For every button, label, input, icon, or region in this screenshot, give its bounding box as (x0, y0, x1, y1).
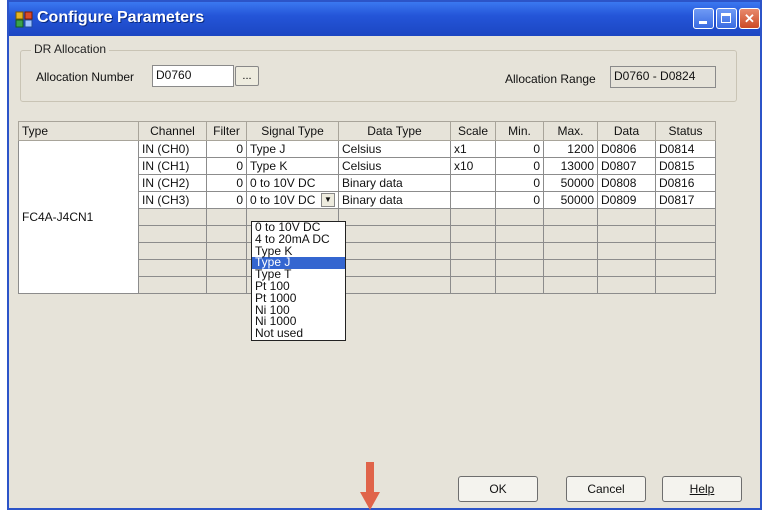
signal-type-cell[interactable]: Type K (246, 157, 339, 175)
down-arrow-icon (360, 462, 380, 510)
filter-cell[interactable]: 0 (206, 191, 247, 209)
dr-allocation-label: DR Allocation (31, 42, 110, 56)
scale-cell[interactable]: x1 (450, 140, 496, 158)
header-scale[interactable]: Scale (450, 121, 496, 141)
title-bar[interactable]: Configure Parameters ✕ (9, 2, 760, 36)
data-type-cell[interactable]: Celsius (338, 140, 451, 158)
header-type[interactable]: Type (18, 121, 139, 141)
max-cell[interactable]: 1200 (543, 140, 598, 158)
cancel-button[interactable]: Cancel (566, 476, 646, 502)
scale-cell[interactable] (450, 174, 496, 192)
minimize-button[interactable] (693, 8, 714, 29)
allocation-number-label: Allocation Number (36, 70, 135, 84)
maximize-button[interactable] (716, 8, 737, 29)
table-header-row: Type Channel Filter Signal Type Data Typ… (18, 121, 716, 141)
scale-cell[interactable] (450, 191, 496, 209)
data-type-cell[interactable]: Celsius (338, 157, 451, 175)
filter-cell[interactable]: 0 (206, 157, 247, 175)
close-button[interactable]: ✕ (739, 8, 760, 29)
status-cell: D0815 (655, 157, 716, 175)
filter-cell[interactable]: 0 (206, 174, 247, 192)
channel-cell: IN (CH2) (138, 174, 207, 192)
data-cell: D0807 (597, 157, 656, 175)
signal-type-cell[interactable]: 0 to 10V DC (246, 174, 339, 192)
allocation-number-input[interactable]: D0760 (152, 65, 234, 87)
max-cell[interactable]: 13000 (543, 157, 598, 175)
window-title: Configure Parameters (37, 9, 205, 26)
help-label: Help (689, 482, 715, 496)
header-channel[interactable]: Channel (138, 121, 207, 141)
module-type-cell[interactable]: FC4A-J4CN1 (18, 140, 139, 294)
header-status[interactable]: Status (655, 121, 716, 141)
min-cell[interactable]: 0 (495, 191, 544, 209)
dropdown-arrow-icon[interactable]: ▼ (321, 193, 335, 207)
table-row: FC4A-J4CN1 IN (CH0) 0 Type J Celsius x1 … (18, 140, 716, 294)
status-cell: D0816 (655, 174, 716, 192)
close-icon: ✕ (744, 10, 755, 26)
help-button[interactable]: Help (662, 476, 742, 502)
header-min[interactable]: Min. (495, 121, 544, 141)
min-cell[interactable]: 0 (495, 140, 544, 158)
filter-cell[interactable]: 0 (206, 140, 247, 158)
minimize-icon (694, 9, 713, 28)
allocation-range-field: D0760 - D0824 (610, 66, 716, 88)
signal-type-value: 0 to 10V DC (250, 193, 316, 207)
max-cell[interactable]: 50000 (543, 191, 598, 209)
data-cell: D0806 (597, 140, 656, 158)
min-cell[interactable]: 0 (495, 157, 544, 175)
channel-cell: IN (CH1) (138, 157, 207, 175)
header-data[interactable]: Data (597, 121, 656, 141)
min-cell[interactable]: 0 (495, 174, 544, 192)
signal-type-dropdown-list[interactable]: 0 to 10V DC 4 to 20mA DC Type K Type J T… (251, 221, 346, 341)
data-type-cell[interactable]: Binary data (338, 191, 451, 209)
signal-type-cell[interactable]: Type J (246, 140, 339, 158)
parameter-table: Type Channel Filter Signal Type Data Typ… (18, 121, 716, 294)
channel-cell: IN (CH3) (138, 191, 207, 209)
data-type-cell[interactable]: Binary data (338, 174, 451, 192)
allocation-browse-button[interactable]: ... (235, 66, 259, 86)
signal-type-select[interactable]: 0 to 10V DC ▼ (246, 191, 339, 209)
allocation-range-label: Allocation Range (505, 72, 596, 86)
data-cell: D0809 (597, 191, 656, 209)
maximize-icon (717, 9, 736, 28)
app-icon (15, 11, 33, 28)
status-cell: D0814 (655, 140, 716, 158)
data-cell: D0808 (597, 174, 656, 192)
channel-cell: IN (CH0) (138, 140, 207, 158)
header-signal-type[interactable]: Signal Type (246, 121, 339, 141)
header-max[interactable]: Max. (543, 121, 598, 141)
scale-cell[interactable]: x10 (450, 157, 496, 175)
header-filter[interactable]: Filter (206, 121, 247, 141)
max-cell[interactable]: 50000 (543, 174, 598, 192)
header-data-type[interactable]: Data Type (338, 121, 451, 141)
status-cell: D0817 (655, 191, 716, 209)
dropdown-option[interactable]: Not used (252, 327, 345, 340)
ok-button[interactable]: OK (458, 476, 538, 502)
